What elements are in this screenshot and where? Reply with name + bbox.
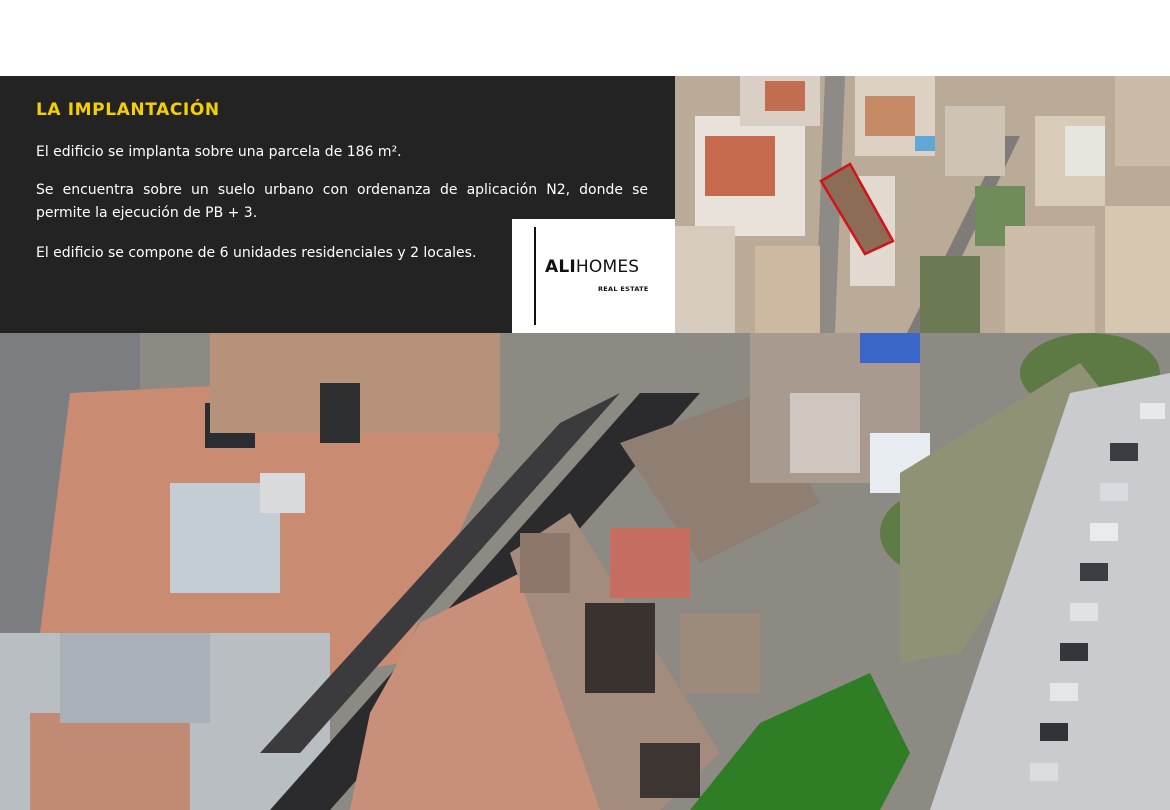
paragraph-parcel-area: El edificio se implanta sobre una parcel… [36,144,402,160]
logo-wordmark: ALIHOMES [545,257,639,277]
logo-wordmark-bold: ALI [545,257,576,277]
aerial-detail-photo [0,333,1170,810]
logo-wordmark-light: HOMES [575,257,640,277]
alihomes-logo: ALIHOMES REAL ESTATE [512,219,675,333]
paragraph-units: El edificio se compone de 6 unidades res… [36,245,477,261]
logo-divider-bar [534,227,536,325]
section-title: LA IMPLANTACIÓN [36,100,220,120]
aerial-context-photo [675,76,1170,333]
aerial-context-image [675,76,1170,333]
top-margin [0,0,1170,76]
logo-tagline: REAL ESTATE [598,285,649,293]
aerial-detail-image [0,333,1170,810]
